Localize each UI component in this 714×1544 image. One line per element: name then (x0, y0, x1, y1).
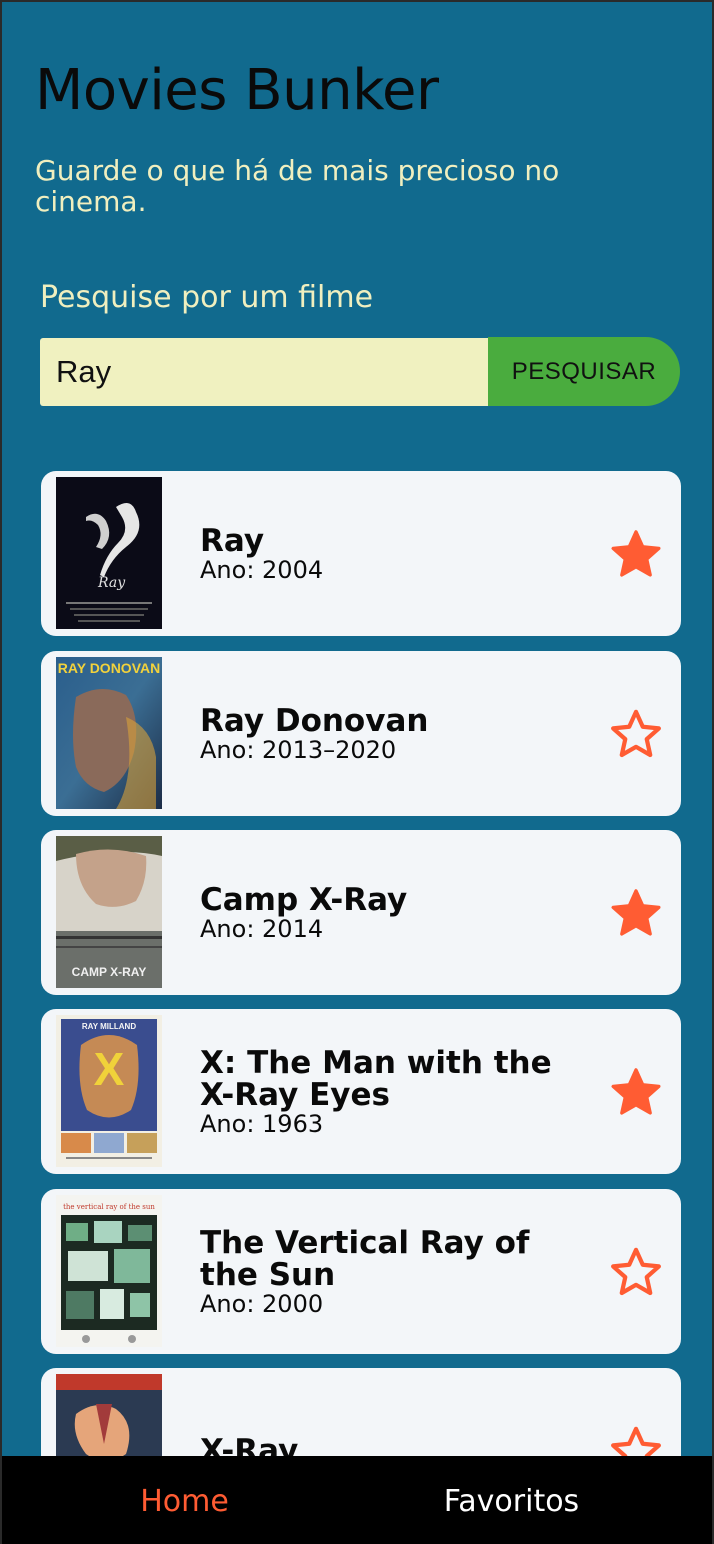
movie-year: Ano: 2013–2020 (200, 735, 397, 764)
movie-info: X: The Man with the X-Ray Eyes Ano: 1963 (200, 1009, 580, 1174)
movie-title: X: The Man with the X-Ray Eyes (200, 1044, 552, 1113)
movie-info: The Vertical Ray of the Sun Ano: 2000 (200, 1189, 580, 1354)
movie-year: Ano: 2004 (200, 555, 324, 584)
movie-poster: RAY DONOVAN (56, 657, 162, 809)
poster-text: RAY MILLAND (82, 1022, 136, 1031)
nav-tab-favorites[interactable]: Favoritos (333, 1456, 690, 1544)
app-screen: Movies Bunker Guarde o que há de mais pr… (0, 0, 714, 1544)
movie-poster: the vertical ray of the sun (56, 1195, 162, 1347)
movie-year: Ano: 1963 (200, 1109, 324, 1138)
search-button[interactable]: PESQUISAR (488, 337, 680, 406)
poster-text: the vertical ray of the sun (63, 1203, 155, 1211)
movie-title: The Vertical Ray of the Sun (200, 1224, 530, 1293)
movie-poster: CAMP X-RAY (56, 836, 162, 988)
search-input[interactable] (40, 338, 488, 406)
favorite-star-icon[interactable] (608, 1064, 664, 1120)
movie-card[interactable]: RAY DONOVAN Ray Donovan Ano: 2013–2020 (41, 651, 681, 816)
movie-year: Ano: 2014 (200, 914, 324, 943)
movie-card[interactable]: X RAY MILLAND X: The Man with the X-Ray … (41, 1009, 681, 1174)
movie-title: Ray Donovan (200, 702, 429, 739)
app-title: Movies Bunker (35, 58, 439, 123)
bottom-nav: Home Favoritos (2, 1456, 712, 1544)
favorite-star-icon[interactable] (608, 885, 664, 941)
movie-card[interactable]: CAMP X-RAY Camp X-Ray Ano: 2014 (41, 830, 681, 995)
movie-card[interactable]: Ray Ray Ano: 2004 (41, 471, 681, 636)
movie-year: Ano: 2000 (200, 1289, 324, 1318)
favorite-star-icon[interactable] (608, 526, 664, 582)
app-subtitle: Guarde o que há de mais precioso no cine… (35, 154, 560, 218)
svg-text:Ray: Ray (97, 575, 126, 591)
search-label: Pesquise por um filme (40, 280, 374, 315)
poster-text: RAY DONOVAN (58, 660, 160, 676)
favorite-star-outline-icon[interactable] (608, 706, 664, 762)
movie-poster: X RAY MILLAND (56, 1015, 162, 1167)
movie-title: Ray (200, 522, 265, 559)
movie-info: Ray Ano: 2004 (200, 471, 580, 636)
movie-card[interactable]: the vertical ray of the sun The Vertical… (41, 1189, 681, 1354)
nav-tab-home[interactable]: Home (6, 1456, 363, 1544)
movie-info: Ray Donovan Ano: 2013–2020 (200, 651, 580, 816)
movie-poster: Ray (56, 477, 162, 629)
favorite-star-outline-icon[interactable] (608, 1244, 664, 1300)
movie-title: Camp X-Ray (200, 881, 408, 918)
movie-info: Camp X-Ray Ano: 2014 (200, 830, 580, 995)
poster-text: X (94, 1043, 125, 1095)
poster-text: CAMP X-RAY (72, 965, 147, 979)
